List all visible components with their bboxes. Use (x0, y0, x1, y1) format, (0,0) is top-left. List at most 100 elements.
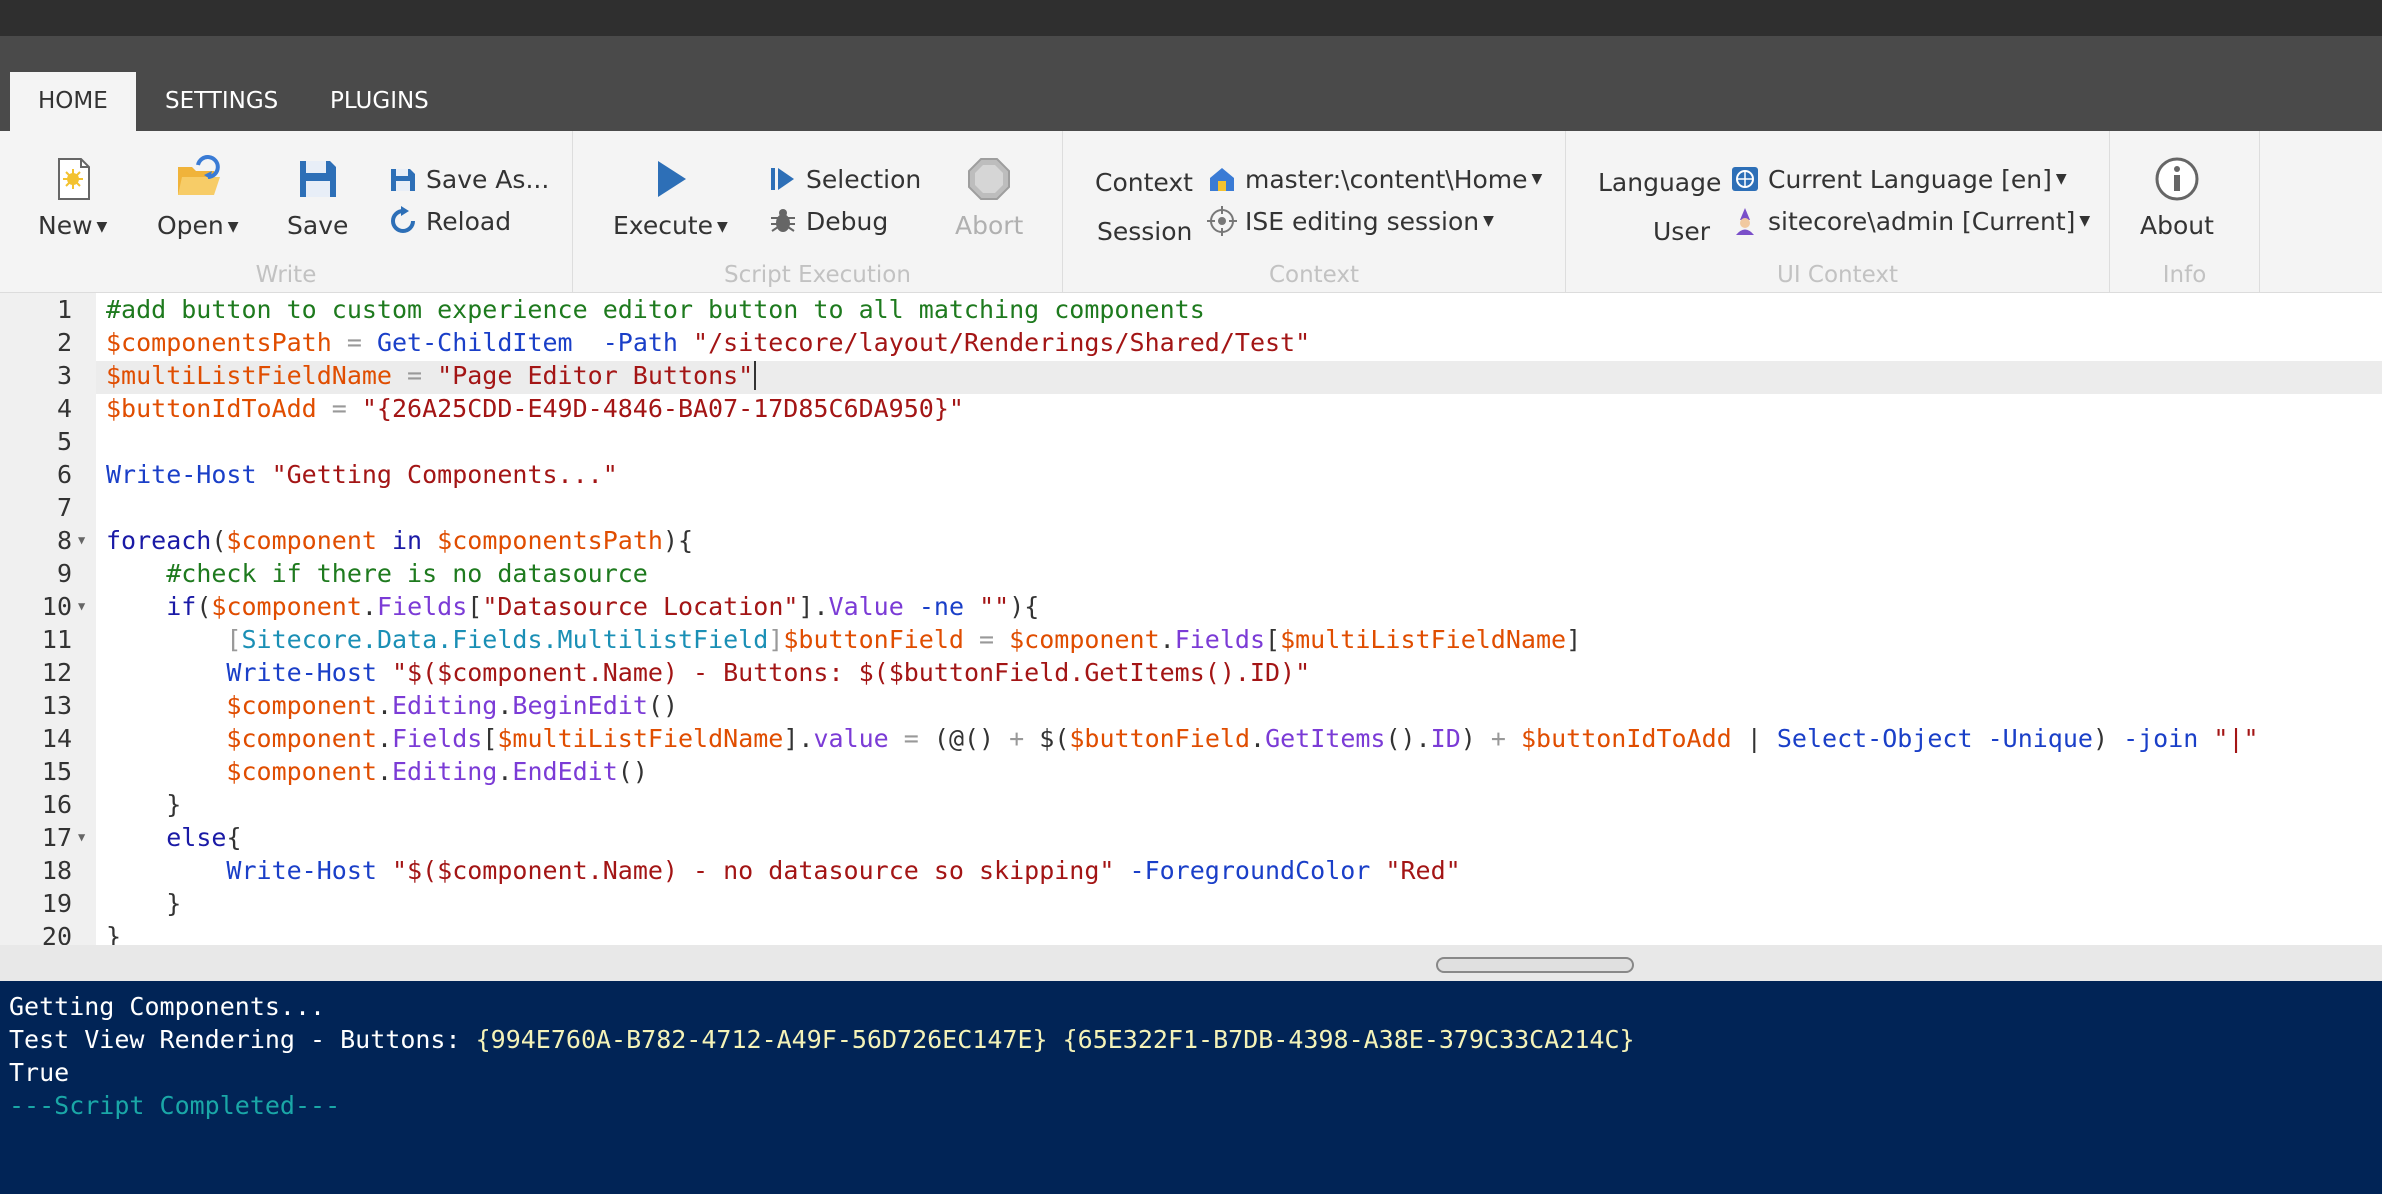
selection-button[interactable]: Selection (768, 164, 921, 194)
code-token: "|" (2213, 724, 2259, 753)
line-number: 3 (56, 361, 72, 390)
run-selection-icon (771, 168, 794, 190)
context-group-caption: Context (1268, 262, 1360, 288)
code-token: . (376, 757, 392, 786)
fold-toggle-icon[interactable]: ▼ (78, 821, 85, 854)
code-line[interactable]: $component.Fields[$multiListFieldName].v… (106, 722, 2259, 755)
fold-toggle-icon[interactable]: ▼ (78, 524, 85, 557)
debug-button[interactable]: Debug (768, 206, 888, 236)
code-token: [ (226, 625, 242, 654)
code-token: $( (1024, 724, 1070, 753)
code-line[interactable]: Write-Host "$($component.Name) - Buttons… (106, 656, 1310, 689)
reload-icon (391, 206, 415, 233)
line-number-gutter: 1 2 3 4 5 6 7 8 ▼ 9 10 ▼ 11 12 13 14 15 16 17 ▼ 18 19 20 (0, 293, 96, 945)
chevron-down-icon: ▼ (2079, 213, 2091, 229)
save-button[interactable]: Save (287, 155, 348, 240)
code-token: -ForegroundColor (1129, 856, 1371, 885)
debug-label: Debug (806, 206, 889, 236)
code-line[interactable]: $component.Editing.BeginEdit() (106, 689, 678, 722)
line-number: 6 (56, 460, 72, 489)
code-line[interactable]: Write-Host "$($component.Name) - no data… (106, 854, 1460, 887)
code-token: ){ (662, 526, 694, 555)
code-token: ]. (783, 724, 814, 753)
execute-button[interactable]: Execute ▼ (613, 155, 728, 240)
scrollbar-thumb[interactable] (1436, 957, 1634, 973)
code-line[interactable]: Write-Host "Getting Components..." (106, 458, 618, 491)
code-token: Write-Host (226, 856, 377, 885)
save-as-icon (391, 169, 415, 191)
context-value: master:\content\Home (1245, 164, 1528, 194)
code-line[interactable]: foreach($component in $componentsPath){ (106, 524, 693, 557)
code-token: "" (979, 592, 1010, 621)
code-token: () (617, 757, 648, 786)
code-line[interactable]: } (106, 887, 181, 920)
console-line: Getting Components... (9, 992, 326, 1021)
code-line[interactable]: $componentsPath = Get-ChildItem -Path "/… (106, 326, 1310, 359)
code-token: Fields (392, 724, 483, 753)
console-ids: {994E760A-B782-4712-A49F-56D726EC147E} {… (475, 1025, 1635, 1054)
code-token: = (331, 328, 377, 357)
code-line[interactable]: #check if there is no datasource (106, 557, 648, 590)
globe-icon (1732, 167, 1758, 191)
line-number: 15 (41, 757, 72, 786)
line-number: 12 (41, 658, 72, 687)
about-button[interactable]: About (2140, 155, 2214, 240)
line-number: 4 (56, 394, 72, 423)
text-cursor (754, 361, 757, 390)
save-as-button[interactable]: Save As... (388, 164, 549, 194)
code-line[interactable]: $buttonIdToAdd = "{26A25CDD-E49D-4846-BA… (106, 392, 964, 425)
reload-button[interactable]: Reload (388, 206, 511, 236)
code-token: ] (768, 625, 784, 654)
open-button[interactable]: Open ▼ (157, 155, 239, 240)
code-token: ] (1566, 625, 1582, 654)
horizontal-scrollbar[interactable] (0, 945, 2382, 981)
code-token: "Datasource Location" (482, 592, 799, 621)
code-token: = (963, 625, 1010, 654)
context-dropdown[interactable]: master:\content\Home ▼ (1207, 164, 1542, 194)
code-token: in (392, 526, 423, 555)
code-line[interactable]: } (106, 920, 121, 945)
code-token: . (376, 724, 392, 753)
code-line[interactable]: [Sitecore.Data.Fields.MultilistField]$bu… (106, 623, 1581, 656)
code-token: -Unique (1987, 724, 2093, 753)
language-dropdown[interactable]: Current Language [en] ▼ (1730, 164, 2067, 194)
session-value: ISE editing session (1245, 206, 1480, 236)
code-line[interactable]: if($component.Fields["Datasource Locatio… (106, 590, 1039, 623)
context-label: Context (1095, 168, 1193, 197)
ribbon: New ▼ Open ▼ Save Save As... Reload Write … (0, 131, 2382, 293)
abort-button[interactable]: Abort (955, 155, 1023, 240)
code-line[interactable]: } (106, 788, 181, 821)
tab-home[interactable]: HOME (10, 72, 136, 131)
code-token: $component (226, 526, 377, 555)
window-top-bar (0, 0, 2382, 36)
output-console: Getting Components... Test View Renderin… (0, 981, 2382, 1194)
floppy-disk-icon (299, 161, 336, 197)
session-dropdown[interactable]: ISE editing session ▼ (1207, 206, 1494, 236)
code-token: -ne (918, 592, 965, 621)
code-line[interactable]: $multiListFieldName = "Page Editor Butto… (106, 359, 757, 392)
user-dropdown[interactable]: sitecore\admin [Current] ▼ (1730, 206, 2090, 236)
tab-settings[interactable]: SETTINGS (137, 72, 306, 131)
code-token: -join (2123, 724, 2199, 753)
code-token: $component (226, 691, 377, 720)
new-button[interactable]: New ▼ (38, 155, 107, 240)
code-line[interactable]: #add button to custom experience editor … (106, 293, 1205, 326)
tab-plugins[interactable]: PLUGINS (302, 72, 457, 131)
code-line[interactable]: else{ (106, 821, 242, 854)
code-token: (@() (933, 724, 1010, 753)
code-line[interactable]: $component.Editing.EndEdit() (106, 755, 648, 788)
script-editor[interactable]: 1 2 3 4 5 6 7 8 ▼ 9 10 ▼ 11 12 13 14 15 16 17 ▼ 18 19 20 #add … (0, 293, 2382, 945)
code-token: { (226, 823, 242, 852)
code-token: . (1250, 724, 1266, 753)
fold-toggle-icon[interactable]: ▼ (78, 590, 85, 623)
ribbon-group-context: Context master:\content\Home ▼ Session IS… (1063, 131, 1566, 292)
code-token: Write-Host (106, 460, 257, 489)
